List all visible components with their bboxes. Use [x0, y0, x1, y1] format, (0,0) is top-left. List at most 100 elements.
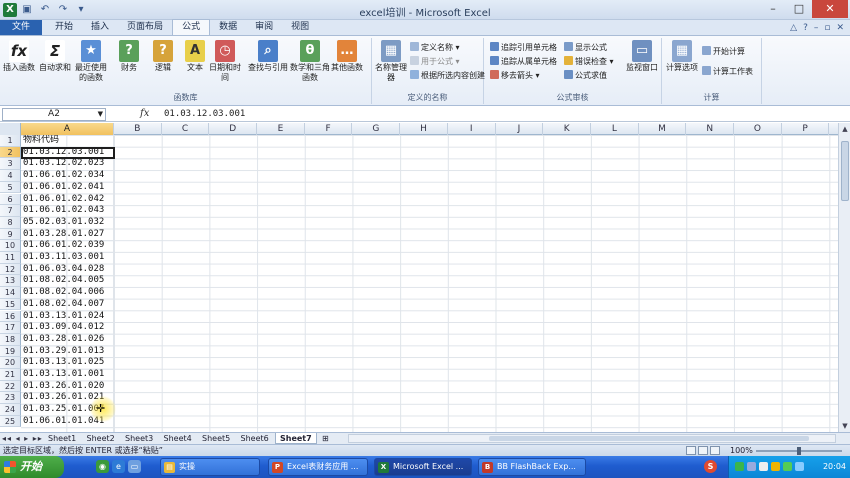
zoom-level[interactable]: 100%: [730, 445, 753, 456]
cell-a[interactable]: 01.03.13.01.025: [21, 357, 114, 369]
scroll-up-icon[interactable]: ▲: [839, 123, 850, 135]
row-header[interactable]: 17: [0, 322, 21, 334]
sheet-tab-7[interactable]: Sheet7: [275, 433, 317, 444]
row-header[interactable]: 7: [0, 205, 21, 217]
tray-sync-icon[interactable]: [795, 462, 804, 471]
security-icon[interactable]: [771, 462, 780, 471]
chevron-down-icon[interactable]: ▼: [98, 109, 103, 120]
insert-sheet-icon[interactable]: ⊞: [318, 433, 333, 444]
cell-a[interactable]: 01.03.29.01.013: [21, 346, 114, 358]
cell-a[interactable]: 05.02.03.01.032: [21, 217, 114, 229]
worksheet-grid[interactable]: ABCDEFGHIJKLMNOP 1 物料代码 2 01.03.12.03.001 3 0…: [0, 123, 838, 432]
column-header-D[interactable]: D: [209, 123, 258, 135]
tab-2[interactable]: 插入: [82, 20, 118, 35]
logical-button[interactable]: ? 逻辑: [146, 40, 180, 73]
row-header[interactable]: 23: [0, 392, 21, 405]
row-header[interactable]: 2: [0, 146, 21, 159]
column-header-M[interactable]: M: [639, 123, 687, 135]
formula-input[interactable]: 01.03.12.03.001: [160, 108, 836, 121]
cell-a[interactable]: 01.08.02.04.005: [21, 275, 114, 287]
page-layout-view-icon[interactable]: [698, 446, 708, 455]
insert-function-button[interactable]: fx 插入函数: [2, 40, 36, 73]
recently-used-button[interactable]: ★ 最近使用的函数: [74, 40, 108, 83]
date-time-button[interactable]: ◷ 日期和时间: [208, 40, 242, 83]
column-header-K[interactable]: K: [543, 123, 591, 135]
row-header[interactable]: 14: [0, 287, 21, 299]
row-header[interactable]: 5: [0, 181, 21, 194]
ie-icon[interactable]: e: [112, 460, 125, 473]
trace-precedents-button[interactable]: 追踪引用单元格: [490, 42, 557, 53]
cell-a[interactable]: 01.06.01.02.041: [21, 182, 114, 194]
tab-3[interactable]: 页面布局: [118, 20, 172, 35]
sheet-tab-4[interactable]: Sheet4: [160, 433, 196, 444]
column-header-E[interactable]: E: [257, 123, 305, 135]
column-header-B[interactable]: B: [114, 123, 162, 135]
cell-a[interactable]: 01.03.11.03.001: [21, 252, 114, 264]
row-header[interactable]: 9: [0, 228, 21, 241]
row-header[interactable]: 18: [0, 333, 21, 346]
row-header[interactable]: 11: [0, 252, 21, 264]
column-header-C[interactable]: C: [162, 123, 210, 135]
row-header[interactable]: 21: [0, 369, 21, 381]
cell-a[interactable]: 01.03.28.01.026: [21, 334, 114, 346]
tab-7[interactable]: 视图: [282, 20, 318, 35]
workbook-minimize-icon[interactable]: –: [814, 23, 819, 33]
horizontal-scroll-thumb[interactable]: [489, 436, 809, 441]
column-header-F[interactable]: F: [305, 123, 353, 135]
cell-a[interactable]: 01.08.02.04.007: [21, 299, 114, 311]
row-header[interactable]: 24: [0, 404, 21, 416]
cell-a[interactable]: 01.03.26.01.020: [21, 381, 114, 393]
math-trig-button[interactable]: θ 数学和三角函数: [290, 40, 330, 83]
tab-4[interactable]: 公式: [172, 19, 211, 35]
page-break-view-icon[interactable]: [710, 446, 720, 455]
row-header[interactable]: 15: [0, 298, 21, 311]
taskbar-item[interactable]: ▤ 实操: [160, 458, 260, 476]
minimize-ribbon-icon[interactable]: △: [790, 23, 797, 33]
lookup-button[interactable]: ⌕ 查找与引用: [248, 40, 288, 73]
sheet-tab-6[interactable]: Sheet6: [237, 433, 273, 444]
error-checking-button[interactable]: 错误检查 ▾: [564, 56, 614, 67]
more-functions-button[interactable]: … 其他函数: [330, 40, 364, 73]
tab-1[interactable]: 开始: [46, 20, 82, 35]
row-header[interactable]: 19: [0, 345, 21, 358]
row-header[interactable]: 8: [0, 216, 21, 229]
tab-0[interactable]: 文件: [0, 20, 43, 35]
column-header-P[interactable]: P: [782, 123, 830, 135]
zoom-slider-knob[interactable]: [797, 447, 801, 455]
minimize-button[interactable]: –: [760, 0, 786, 18]
column-header-G[interactable]: G: [353, 123, 401, 135]
column-header-N[interactable]: N: [686, 123, 735, 135]
autosum-button[interactable]: Σ 自动求和: [38, 40, 72, 73]
vertical-scrollbar[interactable]: ▲ ▼: [838, 123, 850, 432]
row-header[interactable]: 3: [0, 158, 21, 171]
show-formulas-button[interactable]: 显示公式: [564, 42, 607, 53]
column-header-A[interactable]: A: [21, 123, 114, 135]
row-header[interactable]: 6: [0, 193, 21, 206]
create-from-selection-button[interactable]: 根据所选内容创建: [410, 70, 485, 81]
row-header[interactable]: 1: [0, 135, 21, 147]
row-header[interactable]: 4: [0, 170, 21, 182]
zoom-slider[interactable]: [756, 447, 842, 455]
financial-button[interactable]: ? 财务: [112, 40, 146, 73]
remove-arrows-button[interactable]: 移去箭头 ▾: [490, 70, 540, 81]
network-icon[interactable]: [747, 462, 756, 471]
row-header[interactable]: 16: [0, 310, 21, 323]
row-header[interactable]: 22: [0, 380, 21, 393]
row-header[interactable]: 20: [0, 357, 21, 369]
browser-icon[interactable]: ◉: [96, 460, 109, 473]
tab-5[interactable]: 数据: [210, 20, 246, 35]
calculate-sheet-button[interactable]: 计算工作表: [702, 66, 753, 77]
evaluate-formula-button[interactable]: 公式求值: [564, 70, 607, 81]
define-name-button[interactable]: 定义名称 ▾: [410, 42, 460, 53]
workbook-restore-icon[interactable]: ▫: [824, 23, 830, 33]
row-header[interactable]: 13: [0, 275, 21, 288]
column-header-J[interactable]: J: [496, 123, 544, 135]
column-header-I[interactable]: I: [448, 123, 496, 135]
use-in-formula-button[interactable]: 用于公式 ▾: [410, 56, 460, 67]
trace-dependents-button[interactable]: 追踪从属单元格: [490, 56, 557, 67]
text-button[interactable]: A 文本: [178, 40, 212, 73]
cell-a[interactable]: 01.08.02.04.006: [21, 287, 114, 299]
row-header[interactable]: 25: [0, 415, 21, 428]
volume-icon[interactable]: [759, 462, 768, 471]
vertical-scroll-thumb[interactable]: [841, 141, 849, 201]
